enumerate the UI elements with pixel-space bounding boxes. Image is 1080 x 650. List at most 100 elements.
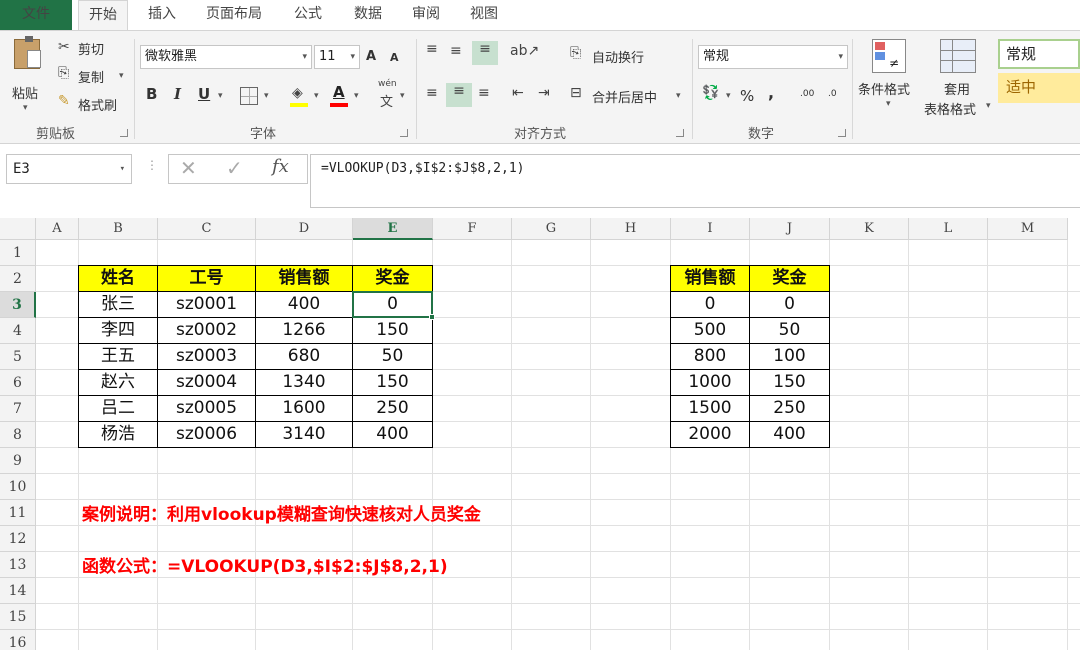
table-cell[interactable]: 0: [749, 291, 830, 318]
table-cell[interactable]: 张三: [78, 291, 158, 318]
enter-icon[interactable]: ✓: [226, 156, 243, 180]
chevron-down-icon[interactable]: ▾: [986, 101, 991, 111]
row-header-12[interactable]: 12: [0, 526, 36, 552]
align-middle-icon[interactable]: ≡: [450, 43, 462, 59]
fill-handle[interactable]: [429, 314, 435, 320]
cancel-icon[interactable]: ✕: [180, 156, 197, 180]
align-left-icon[interactable]: ≡: [426, 85, 438, 101]
align-center-icon[interactable]: ≡: [446, 83, 472, 107]
table-cell[interactable]: 0: [352, 291, 433, 318]
format-painter-button[interactable]: 格式刷: [78, 95, 117, 114]
font-name-dropdown[interactable]: 微软雅黑 ▾: [140, 45, 312, 69]
column-header-h[interactable]: H: [591, 218, 671, 240]
orientation-icon[interactable]: ab↗: [510, 43, 539, 59]
number-launcher-icon[interactable]: [838, 129, 846, 137]
table-cell[interactable]: 王五: [78, 343, 158, 370]
table-cell[interactable]: 1500: [670, 395, 750, 422]
select-all-corner[interactable]: [0, 218, 36, 240]
style-normal[interactable]: 常规: [998, 39, 1080, 69]
style-neutral[interactable]: 适中: [998, 73, 1080, 103]
chevron-down-icon[interactable]: ▾: [726, 91, 731, 101]
chevron-down-icon[interactable]: ▾: [886, 99, 891, 109]
conditional-formatting-icon[interactable]: ≠: [872, 39, 906, 73]
borders-icon[interactable]: [240, 87, 258, 105]
font-launcher-icon[interactable]: [400, 129, 408, 137]
chevron-down-icon[interactable]: ▾: [314, 91, 319, 101]
tab-file[interactable]: 文件: [0, 0, 72, 30]
tab-page-layout[interactable]: 页面布局: [196, 0, 272, 30]
table-cell[interactable]: 250: [749, 395, 830, 422]
table-header-cell[interactable]: 销售额: [255, 265, 353, 292]
table-cell[interactable]: 3140: [255, 421, 353, 448]
table-cell[interactable]: 1266: [255, 317, 353, 344]
tab-formulas[interactable]: 公式: [284, 0, 332, 30]
underline-button[interactable]: U: [198, 85, 210, 103]
tab-insert[interactable]: 插入: [140, 0, 184, 30]
table-header-cell[interactable]: 奖金: [352, 265, 433, 292]
merge-center-button[interactable]: 合并后居中: [592, 87, 657, 106]
table-cell[interactable]: 50: [352, 343, 433, 370]
formula-input[interactable]: =VLOOKUP(D3,$I$2:$J$8,2,1): [310, 154, 1080, 208]
table-cell[interactable]: 800: [670, 343, 750, 370]
table-cell[interactable]: sz0002: [157, 317, 256, 344]
increase-decimal-button[interactable]: .00: [800, 89, 814, 99]
italic-button[interactable]: I: [174, 85, 181, 103]
row-header-8[interactable]: 8: [0, 422, 36, 448]
table-cell[interactable]: sz0005: [157, 395, 256, 422]
table-cell[interactable]: 1340: [255, 369, 353, 396]
table-cell[interactable]: 100: [749, 343, 830, 370]
column-header-d[interactable]: D: [256, 218, 353, 240]
row-header-10[interactable]: 10: [0, 474, 36, 500]
row-header-11[interactable]: 11: [0, 500, 36, 526]
column-header-k[interactable]: K: [830, 218, 909, 240]
table-cell[interactable]: sz0004: [157, 369, 256, 396]
format-painter-icon[interactable]: ✎: [58, 93, 70, 109]
align-top-icon[interactable]: ≡: [426, 41, 438, 57]
table-header-cell[interactable]: 工号: [157, 265, 256, 292]
align-bottom-icon[interactable]: ≡: [472, 41, 498, 65]
column-header-e[interactable]: E: [353, 218, 433, 240]
table-header-cell[interactable]: 销售额: [670, 265, 750, 292]
column-header-l[interactable]: L: [909, 218, 988, 240]
row-header-13[interactable]: 13: [0, 552, 36, 578]
comma-button[interactable]: ,: [768, 83, 774, 102]
row-header-15[interactable]: 15: [0, 604, 36, 630]
table-cell[interactable]: 150: [352, 369, 433, 396]
tab-data[interactable]: 数据: [344, 0, 392, 30]
table-cell[interactable]: 680: [255, 343, 353, 370]
table-cell[interactable]: 1600: [255, 395, 353, 422]
copy-icon[interactable]: ⎘: [58, 65, 69, 81]
column-header-a[interactable]: A: [36, 218, 79, 240]
table-header-cell[interactable]: 姓名: [78, 265, 158, 292]
table-cell[interactable]: 李四: [78, 317, 158, 344]
row-header-5[interactable]: 5: [0, 344, 36, 370]
scissors-icon[interactable]: ✂: [58, 39, 70, 55]
table-cell[interactable]: 0: [670, 291, 750, 318]
table-header-cell[interactable]: 奖金: [749, 265, 830, 292]
percent-button[interactable]: %: [740, 87, 754, 105]
table-cell[interactable]: 2000: [670, 421, 750, 448]
fill-color-icon[interactable]: ◈: [290, 85, 308, 107]
chevron-down-icon[interactable]: ▾: [676, 91, 681, 101]
currency-icon[interactable]: 💱: [702, 85, 719, 101]
row-header-16[interactable]: 16: [0, 630, 36, 650]
row-header-4[interactable]: 4: [0, 318, 36, 344]
chevron-down-icon[interactable]: ▾: [400, 91, 405, 101]
table-cell[interactable]: 50: [749, 317, 830, 344]
table-cell[interactable]: 杨浩: [78, 421, 158, 448]
paste-button[interactable]: 粘贴 ▾: [8, 36, 48, 117]
clipboard-launcher-icon[interactable]: [120, 129, 128, 137]
table-cell[interactable]: 1000: [670, 369, 750, 396]
tab-home[interactable]: 开始: [78, 0, 128, 30]
format-as-table-icon[interactable]: [940, 39, 976, 73]
column-header-g[interactable]: G: [512, 218, 591, 240]
bold-button[interactable]: B: [146, 85, 157, 103]
table-cell[interactable]: 赵六: [78, 369, 158, 396]
row-header-1[interactable]: 1: [0, 240, 36, 266]
table-cell[interactable]: 250: [352, 395, 433, 422]
copy-button[interactable]: 复制: [78, 67, 104, 86]
phonetic-guide-button[interactable]: wén: [378, 79, 397, 89]
chevron-down-icon[interactable]: ▾: [119, 71, 124, 81]
grow-font-button[interactable]: A: [366, 49, 376, 64]
table-cell[interactable]: 400: [749, 421, 830, 448]
